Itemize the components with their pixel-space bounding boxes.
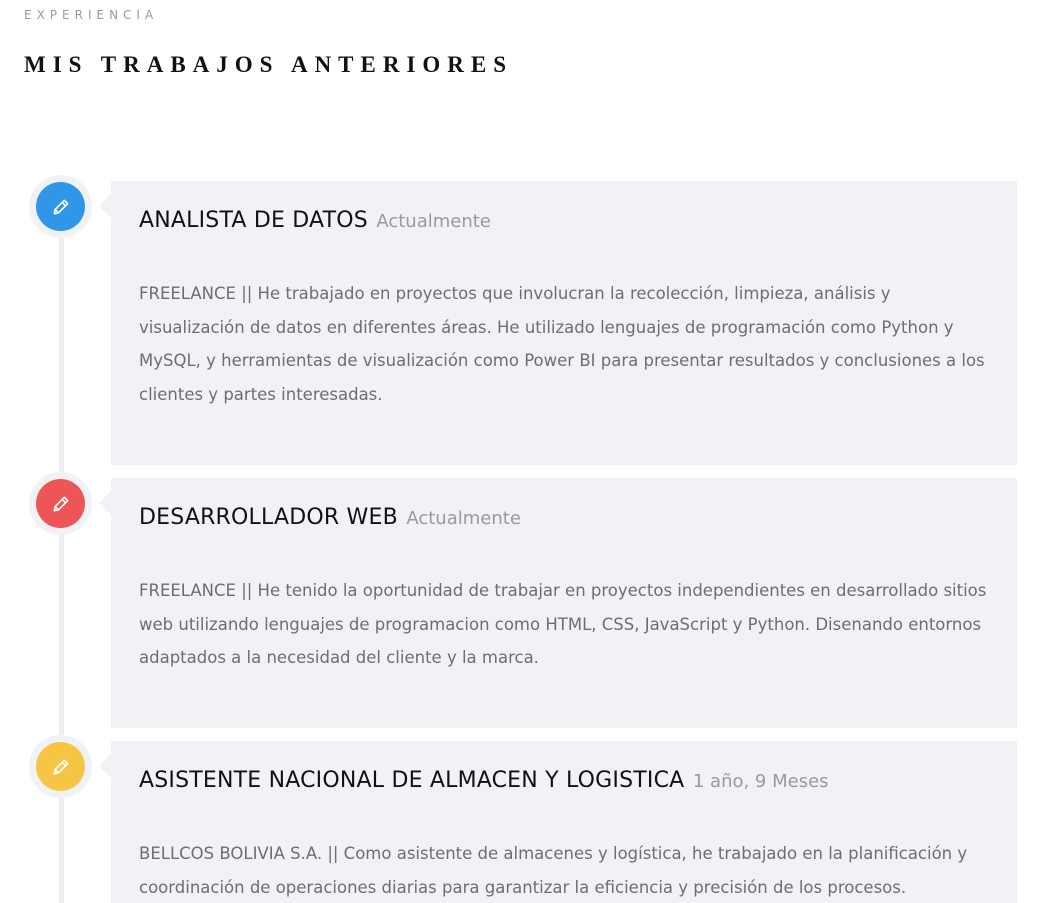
job-card: ASISTENTE NACIONAL DE ALMACEN Y LOGISTIC…: [111, 741, 1017, 903]
job-card: DESARROLLADOR WEB Actualmente FREELANCE …: [111, 478, 1017, 728]
job-description: FREELANCE || He tenido la oportunidad de…: [139, 581, 987, 667]
section-eyebrow: EXPERIENCIA: [24, 8, 159, 22]
card-pointer: [99, 491, 111, 515]
job-title: ANALISTA DE DATOS: [139, 208, 368, 233]
timeline-marker: [29, 735, 92, 798]
job-title: DESARROLLADOR WEB: [139, 505, 398, 530]
job-card: ANALISTA DE DATOS Actualmente FREELANCE …: [111, 181, 1017, 465]
job-period: Actualmente: [376, 211, 491, 232]
pencil-icon: [36, 182, 85, 231]
card-pointer: [99, 754, 111, 778]
experience-page: EXPERIENCIA MIS TRABAJOS ANTERIORES ANAL…: [0, 0, 1041, 903]
card-pointer: [99, 194, 111, 218]
timeline-marker: [29, 472, 92, 535]
job-description: BELLCOS BOLIVIA S.A. || Como asistente d…: [139, 844, 968, 897]
section-title: MIS TRABAJOS ANTERIORES: [24, 52, 514, 77]
job-description: FREELANCE || He trabajado en proyectos q…: [139, 284, 985, 404]
pencil-icon: [36, 742, 85, 791]
job-period: 1 año, 9 Meses: [692, 771, 829, 792]
timeline-line: [59, 210, 64, 903]
job-title: ASISTENTE NACIONAL DE ALMACEN Y LOGISTIC…: [139, 768, 685, 793]
job-period: Actualmente: [406, 508, 521, 529]
pencil-icon: [36, 479, 85, 528]
timeline-marker: [29, 175, 92, 238]
